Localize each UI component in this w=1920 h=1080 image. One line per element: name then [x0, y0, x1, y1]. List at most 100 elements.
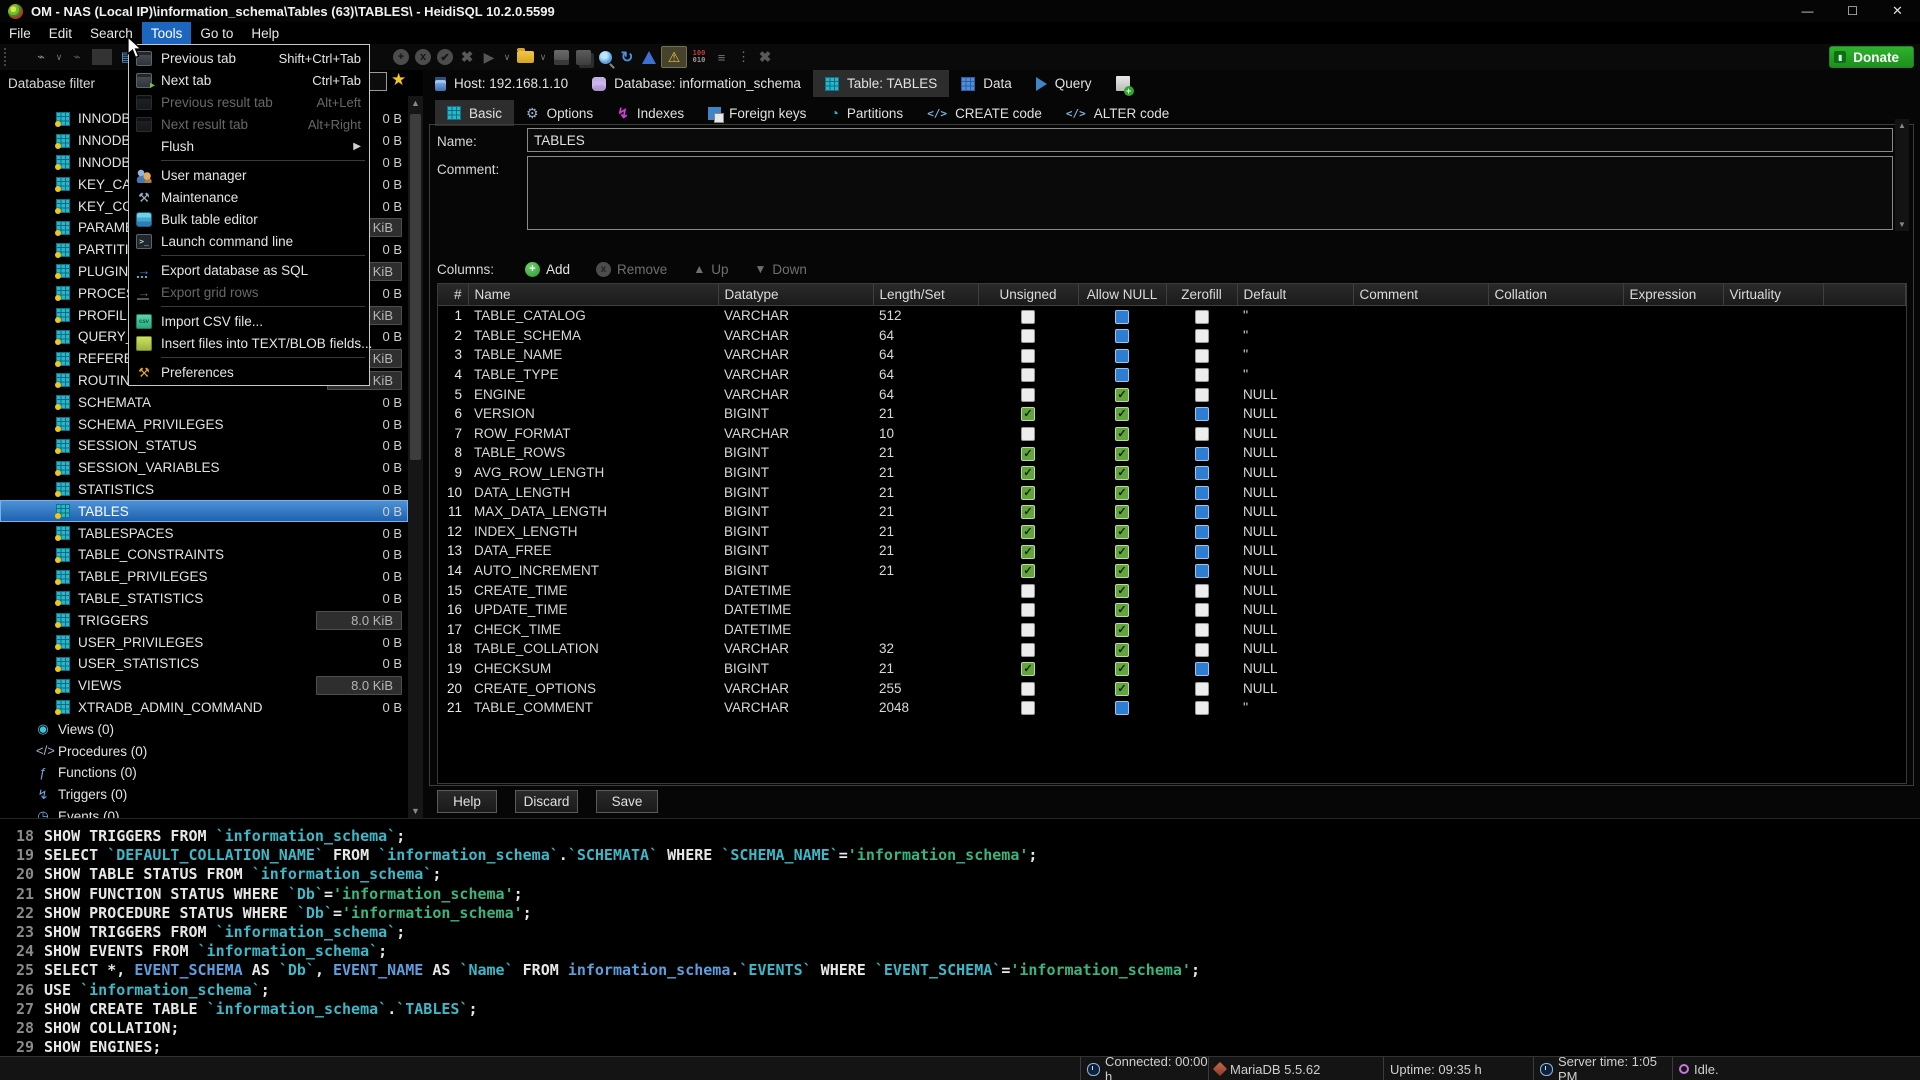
col-unsigned[interactable]: ✓ — [978, 482, 1078, 502]
col-virtuality[interactable] — [1723, 326, 1823, 346]
col-number[interactable]: 3 — [438, 345, 468, 365]
column-row-table_type[interactable]: 4TABLE_TYPEVARCHAR64'' — [438, 365, 1906, 385]
col-zerofill[interactable] — [1166, 639, 1237, 659]
col-allow-null[interactable]: ✓ — [1078, 678, 1166, 698]
col-number[interactable]: 14 — [438, 561, 468, 581]
col-comment[interactable] — [1353, 659, 1488, 679]
col-name[interactable]: CREATE_OPTIONS — [468, 678, 718, 698]
scroll-up-icon[interactable]: ▲ — [408, 96, 423, 110]
col-datatype[interactable]: DATETIME — [718, 600, 873, 620]
filter-box[interactable] — [368, 72, 387, 91]
col-expression[interactable] — [1623, 482, 1723, 502]
col-allow-null[interactable]: ✓ — [1078, 482, 1166, 502]
table-row-triggers[interactable]: TRIGGERS8.0 KiB — [0, 609, 408, 631]
col-zerofill[interactable] — [1166, 443, 1237, 463]
allow-null-checkbox[interactable]: ✓ — [1115, 505, 1129, 519]
table-name-input[interactable] — [527, 128, 1893, 152]
col-default[interactable]: NULL — [1237, 522, 1353, 542]
column-row-max_data_length[interactable]: 11MAX_DATA_LENGTHBIGINT21✓✓NULL — [438, 502, 1906, 522]
unsigned-checkbox[interactable] — [1021, 329, 1035, 343]
dropdown-icon[interactable]: ∨ — [501, 47, 513, 67]
col-unsigned[interactable] — [978, 326, 1078, 346]
grid-header-unsigned[interactable]: Unsigned — [978, 284, 1078, 306]
allow-null-checkbox[interactable]: ✓ — [1115, 466, 1129, 480]
menu-item-user-manager[interactable]: User manager — [129, 164, 369, 186]
allow-null-checkbox[interactable]: ✓ — [1115, 623, 1129, 637]
table-row-statistics[interactable]: STATISTICS0 B — [0, 479, 408, 501]
col-number[interactable]: 4 — [438, 365, 468, 385]
col-name[interactable]: ROW_FORMAT — [468, 424, 718, 444]
col-allow-null[interactable] — [1078, 698, 1166, 718]
close-panel-icon[interactable]: ✖ — [755, 47, 775, 67]
col-unsigned[interactable] — [978, 698, 1078, 718]
tab-host-192-168-1-10[interactable]: Host: 192.168.1.10 — [423, 70, 580, 97]
col-default[interactable]: NULL — [1237, 502, 1353, 522]
column-row-index_length[interactable]: 12INDEX_LENGTHBIGINT21✓✓NULL — [438, 522, 1906, 542]
unsigned-checkbox[interactable] — [1021, 388, 1035, 402]
unsigned-checkbox[interactable] — [1021, 310, 1035, 324]
unsigned-checkbox[interactable] — [1021, 603, 1035, 617]
unsigned-checkbox[interactable]: ✓ — [1021, 505, 1035, 519]
col-unsigned[interactable]: ✓ — [978, 463, 1078, 483]
menu-item-export-database-as-sql[interactable]: →Export database as SQL — [129, 259, 369, 281]
col-collation[interactable] — [1488, 580, 1623, 600]
col-allow-null[interactable]: ✓ — [1078, 541, 1166, 561]
col-length[interactable]: 10 — [873, 424, 978, 444]
scrollbar-thumb[interactable] — [410, 114, 421, 460]
zerofill-checkbox[interactable] — [1195, 682, 1209, 696]
col-number[interactable]: 21 — [438, 698, 468, 718]
col-name[interactable]: TABLE_COMMENT — [468, 698, 718, 718]
col-default[interactable]: NULL — [1237, 620, 1353, 640]
col-default[interactable]: '' — [1237, 306, 1353, 326]
zerofill-checkbox[interactable] — [1195, 329, 1209, 343]
col-allow-null[interactable]: ✓ — [1078, 600, 1166, 620]
grid-header-virtuality[interactable]: Virtuality — [1723, 284, 1823, 306]
col-datatype[interactable]: DATETIME — [718, 580, 873, 600]
post-icon[interactable]: ✔ — [435, 47, 455, 67]
col-default[interactable]: NULL — [1237, 580, 1353, 600]
col-number[interactable]: 10 — [438, 482, 468, 502]
col-default[interactable]: NULL — [1237, 659, 1353, 679]
col-collation[interactable] — [1488, 482, 1623, 502]
col-unsigned[interactable] — [978, 384, 1078, 404]
col-datatype[interactable]: BIGINT — [718, 502, 873, 522]
col-unsigned[interactable]: ✓ — [978, 659, 1078, 679]
col-zerofill[interactable] — [1166, 365, 1237, 385]
col-unsigned[interactable]: ✓ — [978, 541, 1078, 561]
col-datatype[interactable]: BIGINT — [718, 522, 873, 542]
binary-view-icon[interactable]: 100010 — [689, 47, 709, 67]
col-allow-null[interactable]: ✓ — [1078, 463, 1166, 483]
col-comment[interactable] — [1353, 365, 1488, 385]
grid-header-default[interactable]: Default — [1237, 284, 1353, 306]
allow-null-checkbox[interactable] — [1115, 310, 1129, 324]
col-unsigned[interactable] — [978, 639, 1078, 659]
subtab-create-code[interactable]: </>CREATE code — [915, 100, 1054, 126]
save-icon[interactable] — [551, 47, 571, 67]
tab-data[interactable]: Data — [949, 70, 1024, 97]
table-row-schema_privileges[interactable]: SCHEMA_PRIVILEGES0 B — [0, 413, 408, 435]
col-collation[interactable] — [1488, 639, 1623, 659]
zerofill-checkbox[interactable] — [1195, 427, 1209, 441]
col-expression[interactable] — [1623, 678, 1723, 698]
col-unsigned[interactable] — [978, 345, 1078, 365]
col-length[interactable]: 21 — [873, 482, 978, 502]
allow-null-checkbox[interactable] — [1115, 349, 1129, 363]
col-length[interactable]: 21 — [873, 561, 978, 581]
allow-null-checkbox[interactable]: ✓ — [1115, 564, 1129, 578]
col-expression[interactable] — [1623, 698, 1723, 718]
col-collation[interactable] — [1488, 306, 1623, 326]
col-name[interactable]: DATA_FREE — [468, 541, 718, 561]
form-scrollbar[interactable]: ▲ ▼ — [1895, 119, 1909, 231]
col-comment[interactable] — [1353, 698, 1488, 718]
col-default[interactable]: '' — [1237, 365, 1353, 385]
col-allow-null[interactable]: ✓ — [1078, 424, 1166, 444]
col-datatype[interactable]: VARCHAR — [718, 424, 873, 444]
menu-item-preferences[interactable]: ⚒Preferences — [129, 361, 369, 383]
col-default[interactable]: '' — [1237, 698, 1353, 718]
col-comment[interactable] — [1353, 482, 1488, 502]
col-comment[interactable] — [1353, 600, 1488, 620]
save-button[interactable]: Save — [596, 790, 658, 813]
discard-button[interactable]: Discard — [515, 790, 578, 813]
grid-header-zerofill[interactable]: Zerofill — [1166, 284, 1237, 306]
col-number[interactable]: 18 — [438, 639, 468, 659]
